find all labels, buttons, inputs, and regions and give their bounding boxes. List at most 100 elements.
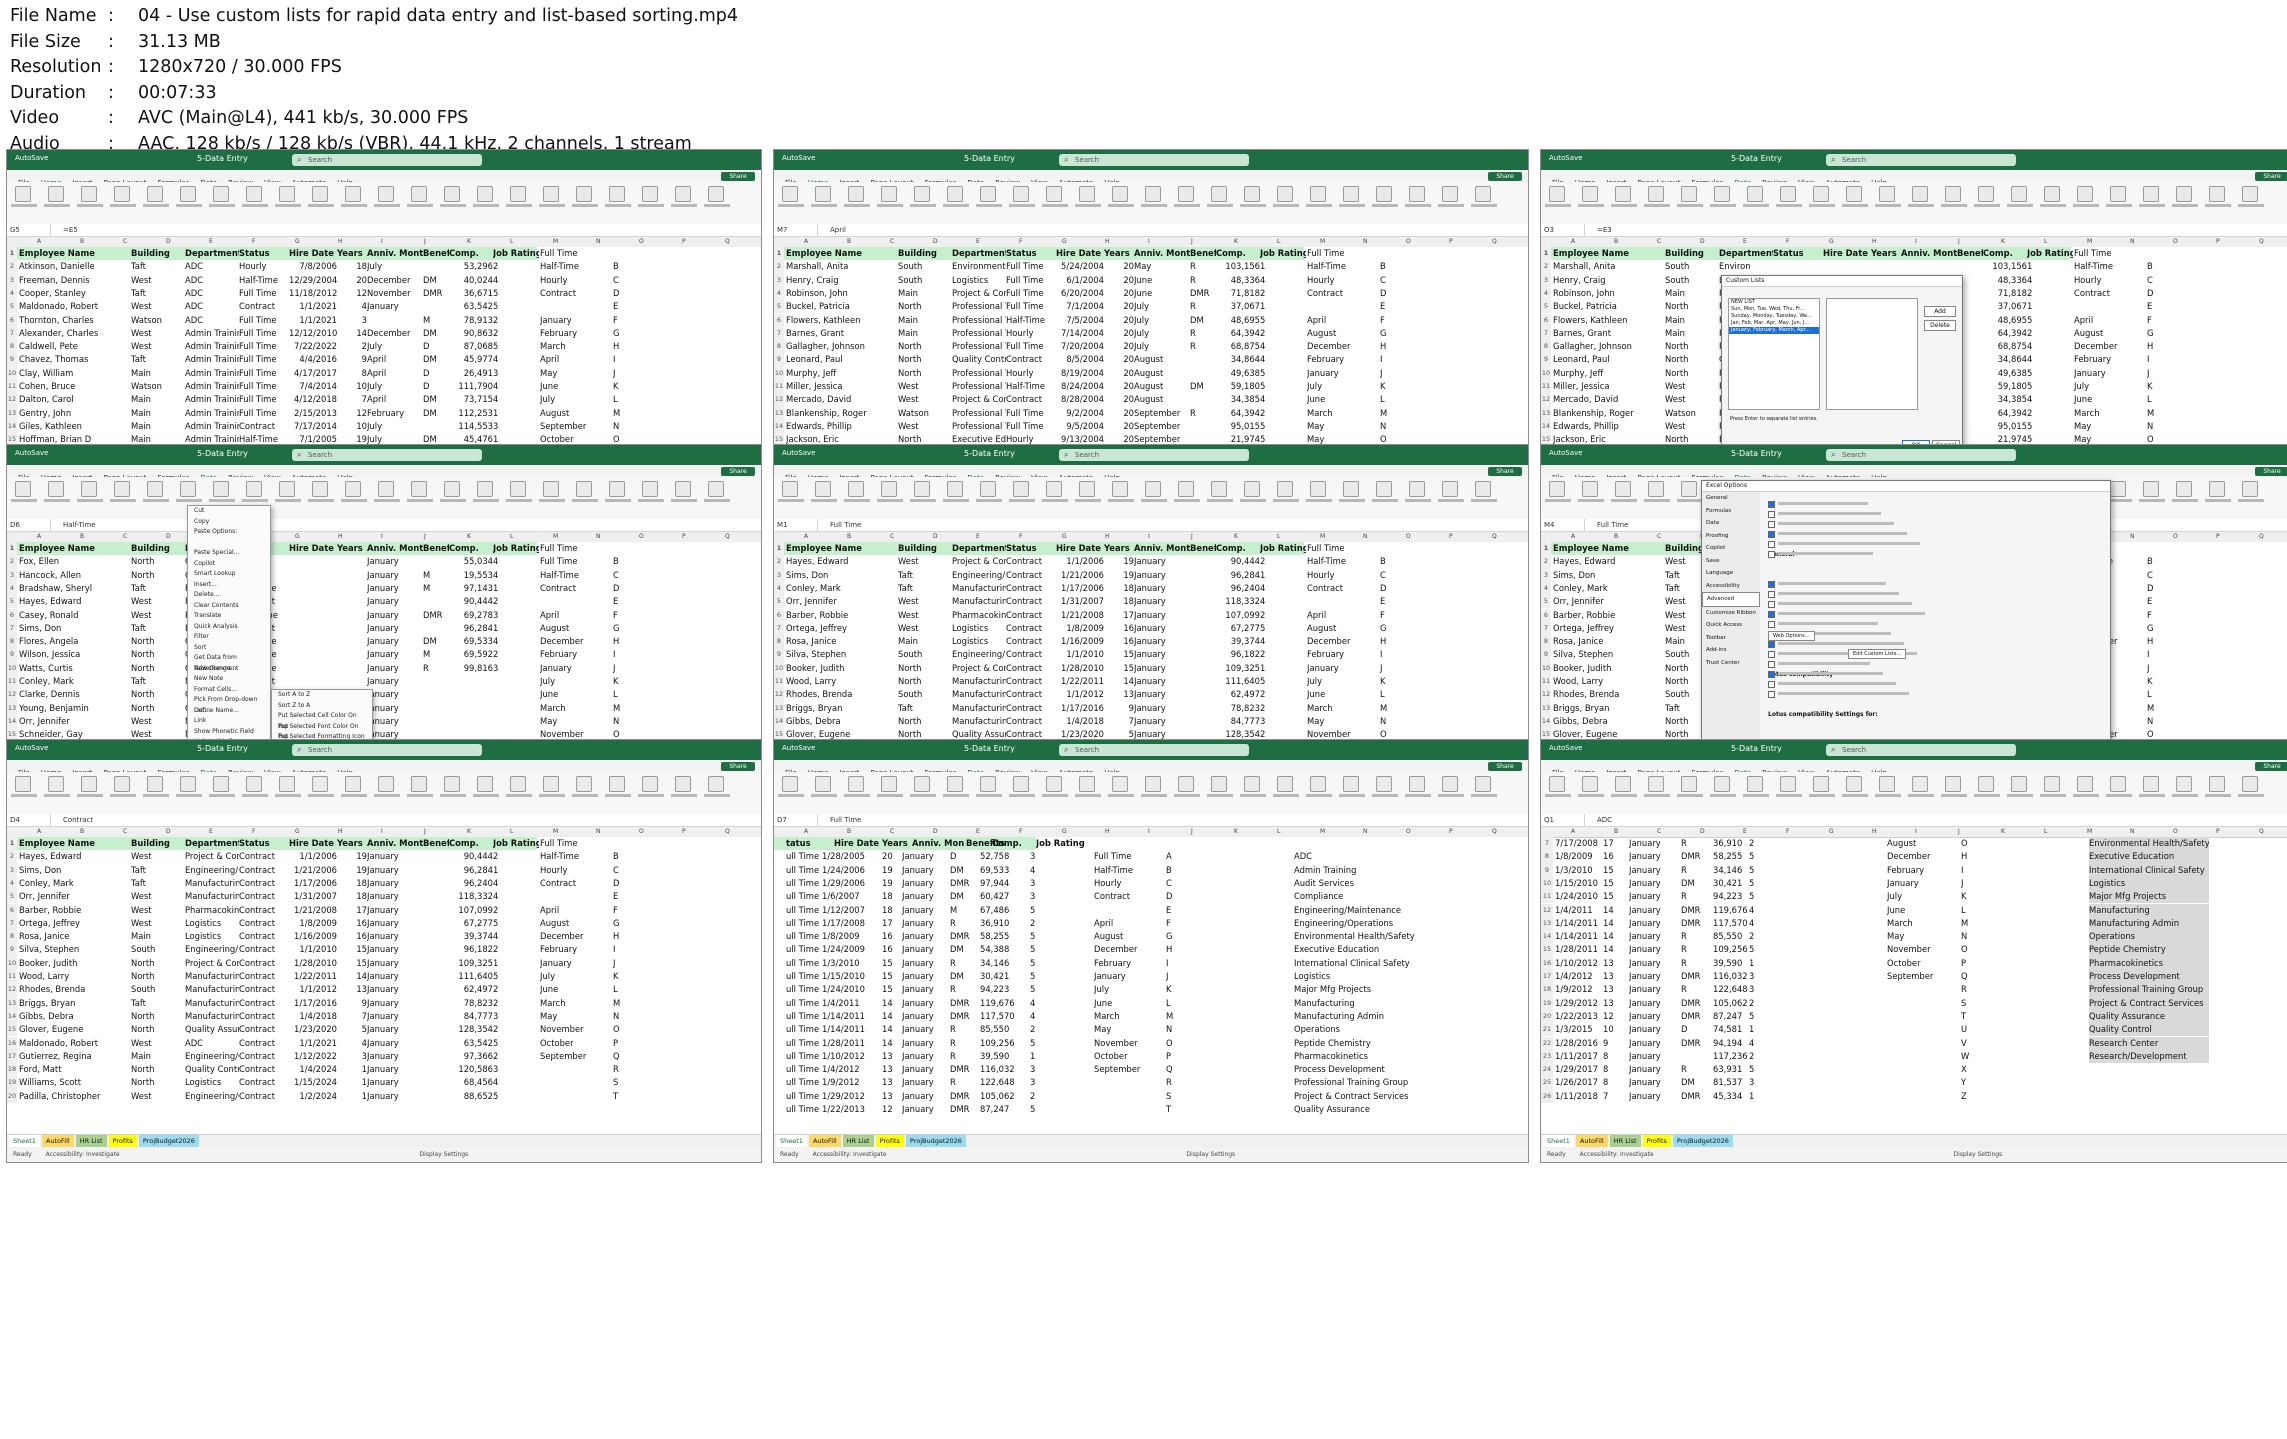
table-cell[interactable]: January bbox=[367, 983, 423, 996]
table-cell[interactable]: Flowers, Kathleen bbox=[1553, 314, 1665, 327]
table-cell[interactable]: Contract bbox=[239, 300, 289, 313]
table-cell[interactable]: Buckel, Patricia bbox=[786, 300, 898, 313]
table-cell[interactable]: Wood, Larry bbox=[19, 970, 131, 983]
table-cell[interactable]: 5 bbox=[1260, 675, 1306, 688]
table-cell[interactable]: West bbox=[898, 393, 952, 406]
table-cell[interactable]: Cohen, Bruce bbox=[19, 380, 131, 393]
table-cell[interactable]: June bbox=[2074, 393, 2146, 406]
table-cell[interactable]: Gibbs, Debra bbox=[786, 715, 898, 728]
column-letter[interactable]: F bbox=[1019, 532, 1022, 542]
ribbon-button-icon[interactable] bbox=[947, 776, 963, 792]
ribbon-button-icon[interactable] bbox=[213, 186, 229, 202]
table-cell[interactable]: L bbox=[2147, 393, 2167, 406]
table-cell[interactable]: H bbox=[613, 635, 633, 648]
table-cell[interactable]: J bbox=[1380, 367, 1400, 380]
column-letter[interactable]: L bbox=[1277, 237, 1280, 247]
table-cell[interactable]: R bbox=[423, 662, 449, 675]
ribbon-button-icon[interactable] bbox=[980, 481, 996, 497]
table-cell[interactable]: 2 bbox=[1260, 702, 1306, 715]
column-header-cell[interactable]: Hire Date bbox=[834, 837, 886, 850]
table-cell[interactable]: 5 bbox=[2027, 314, 2073, 327]
table-cell[interactable]: R bbox=[1190, 300, 1216, 313]
table-cell[interactable]: North bbox=[131, 662, 185, 675]
table-cell[interactable]: 5 bbox=[2027, 367, 2073, 380]
column-letter[interactable]: E bbox=[1743, 237, 1747, 247]
table-cell[interactable]: January bbox=[367, 555, 423, 568]
table-cell[interactable]: 2 bbox=[2027, 287, 2073, 300]
table-cell[interactable]: Ortega, Jeffrey bbox=[786, 622, 898, 635]
table-cell[interactable]: S bbox=[1961, 997, 2011, 1010]
table-cell[interactable]: 5 bbox=[1749, 1010, 1799, 1023]
table-cell[interactable]: Silva, Stephen bbox=[1553, 648, 1665, 661]
column-letter[interactable]: M bbox=[553, 237, 558, 247]
column-letter[interactable]: P bbox=[1449, 827, 1453, 837]
column-letter[interactable]: F bbox=[1786, 827, 1789, 837]
column-letter[interactable]: O bbox=[2173, 237, 2178, 247]
table-cell[interactable]: Ortega, Jeffrey bbox=[1553, 622, 1665, 635]
table-cell[interactable]: 1 bbox=[493, 957, 539, 970]
column-letter[interactable]: F bbox=[1019, 827, 1022, 837]
table-cell[interactable]: 1/28/2011 bbox=[1555, 943, 1605, 956]
ribbon-button-icon[interactable] bbox=[1079, 481, 1095, 497]
table-cell[interactable]: J bbox=[613, 957, 633, 970]
table-cell[interactable]: 5 bbox=[1260, 380, 1306, 393]
table-cell[interactable]: 11/18/2012 bbox=[289, 287, 337, 300]
table-cell[interactable]: Executive Education bbox=[2089, 850, 2209, 864]
column-letter[interactable]: L bbox=[510, 532, 513, 542]
ribbon-button-icon[interactable] bbox=[1409, 186, 1425, 202]
table-cell[interactable]: Contract bbox=[239, 420, 289, 433]
table-cell[interactable]: January bbox=[1629, 930, 1679, 943]
table-cell[interactable]: 69,533 bbox=[449, 635, 493, 648]
options-nav-item[interactable]: Language bbox=[1702, 567, 1760, 580]
column-header-cell[interactable]: Comp. bbox=[1983, 247, 2027, 260]
table-cell[interactable]: 1/21/2006 bbox=[289, 864, 337, 877]
list-cell[interactable]: Full Time bbox=[540, 542, 612, 555]
list-cell[interactable]: Full Time bbox=[540, 247, 612, 260]
column-letter[interactable]: G bbox=[1062, 532, 1067, 542]
table-cell[interactable]: West bbox=[131, 340, 185, 353]
ribbon-button-icon[interactable] bbox=[782, 481, 798, 497]
column-letter[interactable]: H bbox=[1105, 237, 1110, 247]
table-cell[interactable]: Contract bbox=[239, 904, 289, 917]
table-cell[interactable]: January bbox=[1629, 957, 1679, 970]
column-header-cell[interactable]: Hire Date bbox=[289, 542, 337, 555]
table-cell[interactable]: 7/22/2022 bbox=[289, 340, 337, 353]
table-cell[interactable]: 5 bbox=[1260, 420, 1306, 433]
table-cell[interactable]: November bbox=[1094, 1037, 1154, 1050]
table-cell[interactable]: 4/4/2016 bbox=[289, 353, 337, 366]
table-cell[interactable]: Professional Training Group bbox=[2089, 983, 2209, 997]
table-cell[interactable]: June bbox=[1134, 287, 1190, 300]
table-cell[interactable]: Hourly bbox=[540, 864, 612, 877]
table-cell[interactable]: February bbox=[540, 943, 612, 956]
table-cell[interactable]: 1/1/2012 bbox=[1056, 688, 1104, 701]
table-cell[interactable]: September bbox=[1094, 1063, 1154, 1076]
ribbon-button-icon[interactable] bbox=[2077, 186, 2093, 202]
table-cell[interactable]: L bbox=[1961, 904, 2011, 917]
table-cell[interactable]: 3 bbox=[1030, 1063, 1090, 1076]
ribbon-button-icon[interactable] bbox=[1681, 481, 1697, 497]
table-cell[interactable]: Hayes, Edward bbox=[19, 595, 131, 608]
column-letter[interactable]: P bbox=[682, 532, 686, 542]
table-cell[interactable]: 1 bbox=[493, 864, 539, 877]
ribbon-button-icon[interactable] bbox=[147, 776, 163, 792]
table-cell[interactable]: Engineering/Operations bbox=[1294, 917, 1494, 930]
table-cell[interactable]: H bbox=[613, 930, 633, 943]
column-letter[interactable]: A bbox=[804, 237, 808, 247]
table-cell[interactable]: January bbox=[1134, 635, 1190, 648]
ribbon-button-icon[interactable] bbox=[1978, 776, 1994, 792]
table-cell[interactable]: North bbox=[898, 340, 952, 353]
column-letter[interactable]: I bbox=[1915, 237, 1917, 247]
ribbon-button-icon[interactable] bbox=[1846, 776, 1862, 792]
table-cell[interactable]: Watts, Curtis bbox=[19, 662, 131, 675]
column-header-cell[interactable]: Benefits bbox=[423, 542, 449, 555]
ribbon-button-icon[interactable] bbox=[510, 186, 526, 202]
share-button[interactable]: Share bbox=[721, 467, 755, 476]
table-cell[interactable]: 68,875 bbox=[1983, 340, 2027, 353]
table-cell[interactable]: January bbox=[1629, 917, 1679, 930]
table-cell[interactable]: Hayes, Edward bbox=[19, 850, 131, 863]
table-cell[interactable]: Half-Time bbox=[540, 850, 612, 863]
column-letter[interactable]: E bbox=[209, 237, 213, 247]
table-cell[interactable]: North bbox=[131, 970, 185, 983]
table-cell[interactable]: Environmental Health/Safety bbox=[1294, 930, 1494, 943]
table-cell[interactable]: W bbox=[1961, 1050, 2011, 1063]
